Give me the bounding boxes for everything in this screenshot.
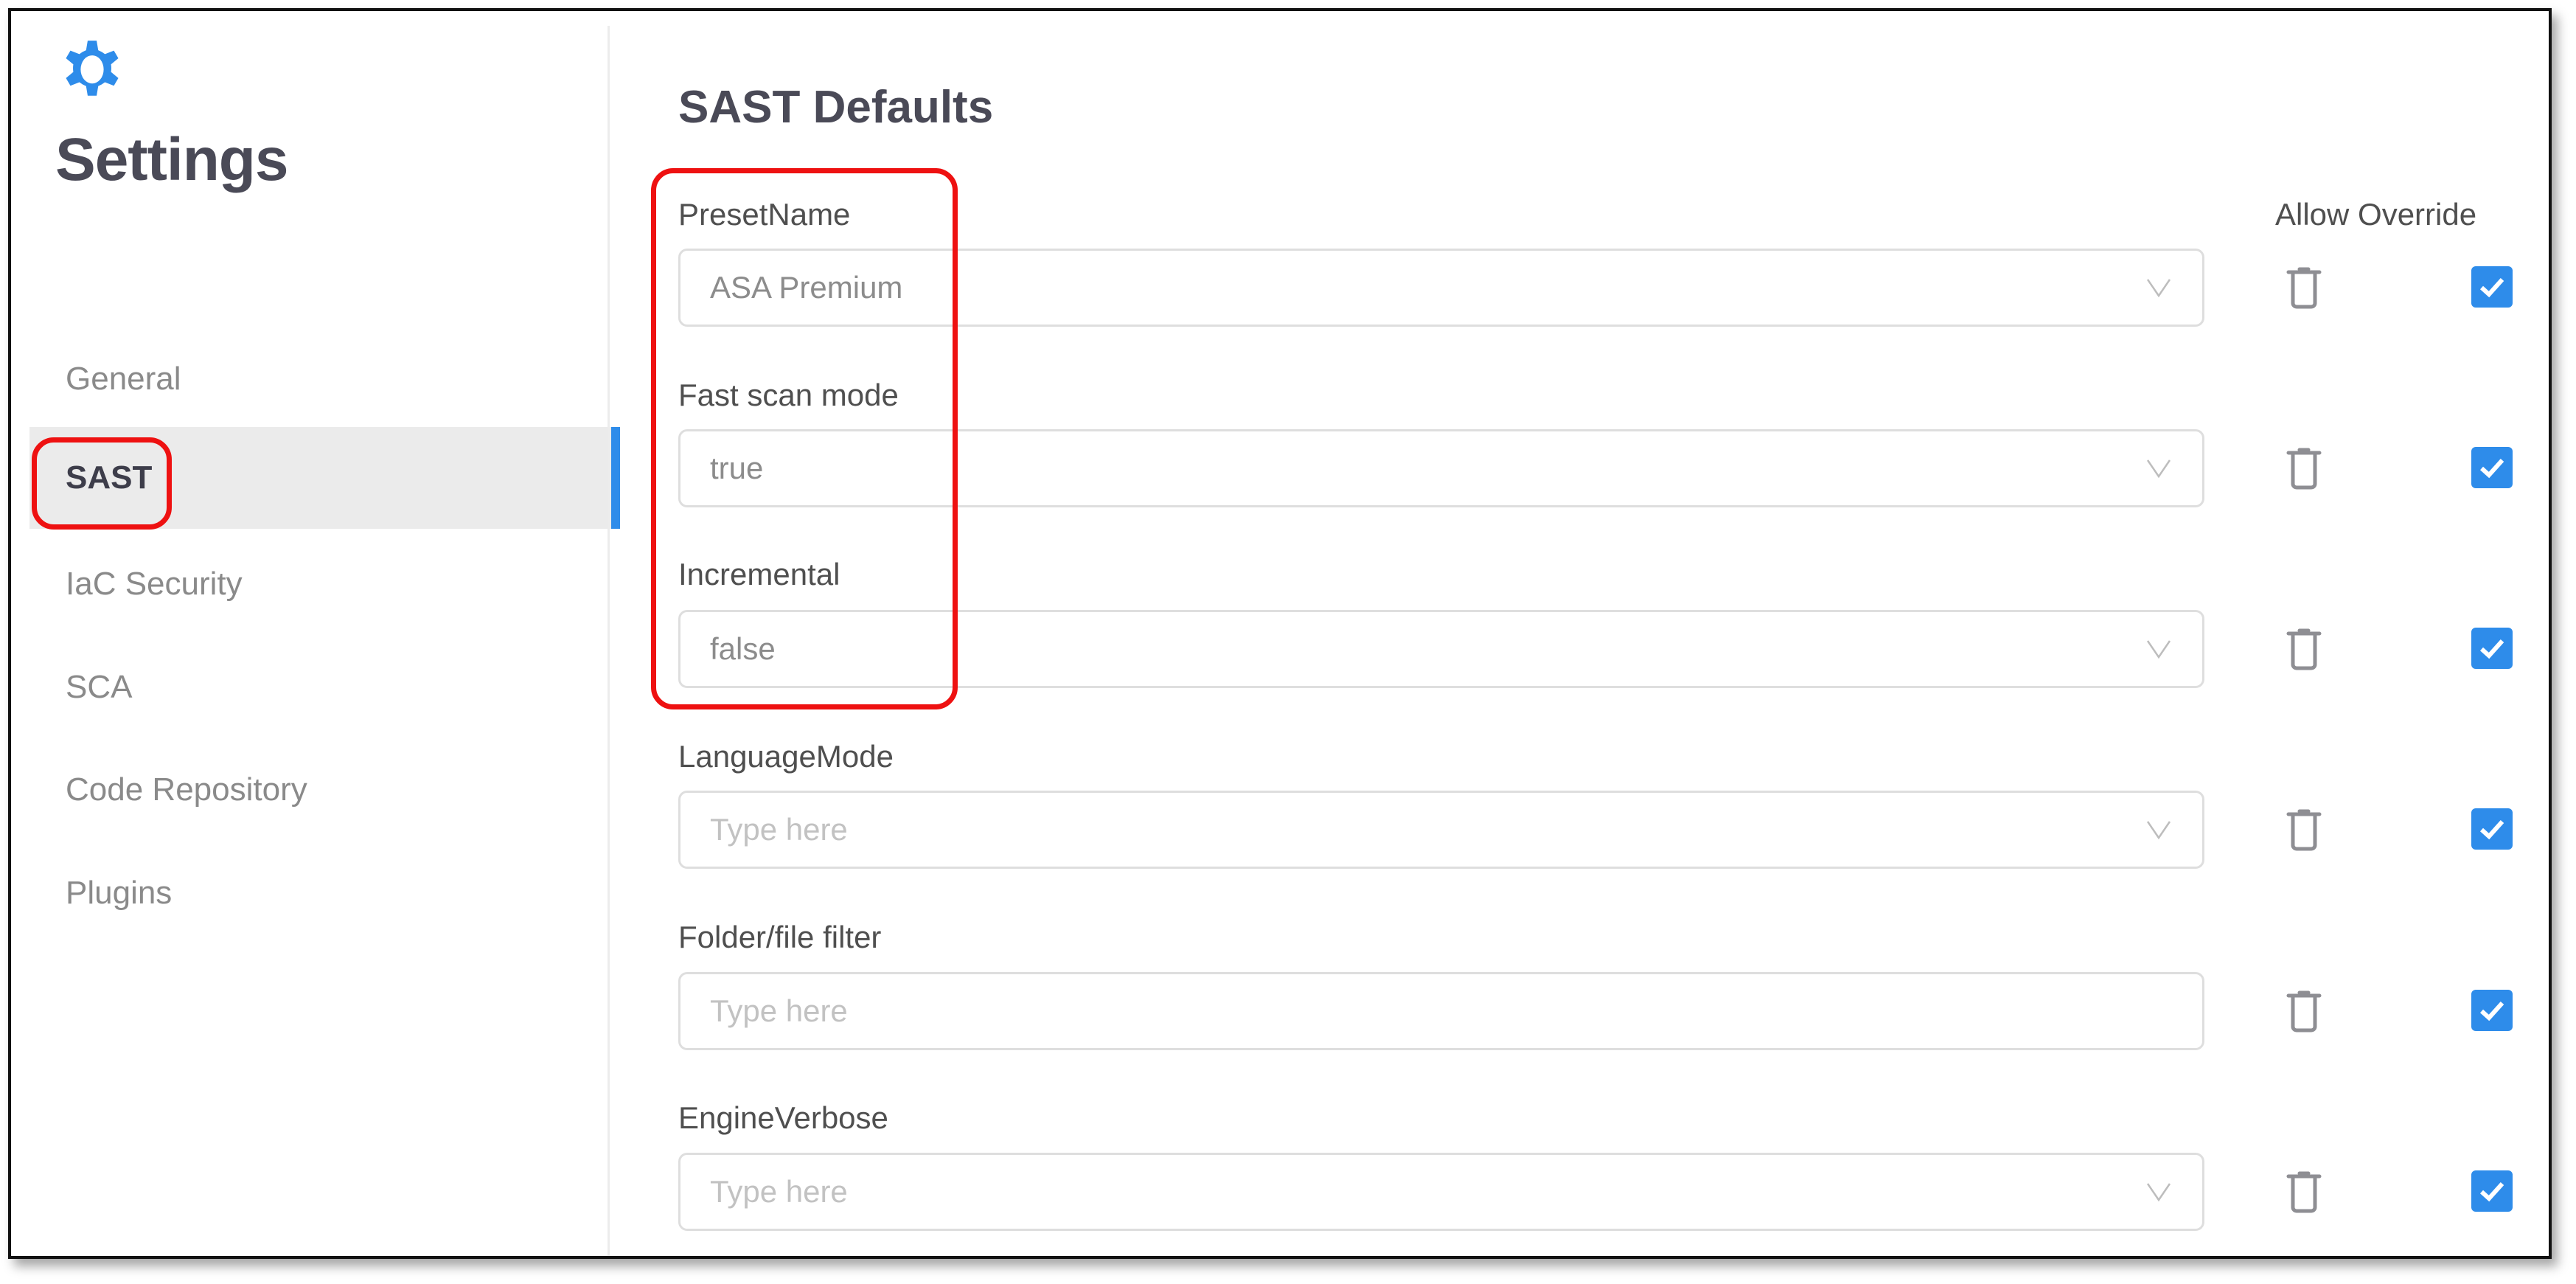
trash-icon[interactable] bbox=[2286, 808, 2322, 851]
trash-icon[interactable] bbox=[2286, 266, 2322, 309]
chevron-down-icon bbox=[2146, 459, 2171, 479]
chevron-down-icon bbox=[2146, 821, 2171, 840]
settings-window: Settings General SAST IaC Security SCA C… bbox=[8, 8, 2552, 1259]
field-placeholder: Type here bbox=[710, 993, 848, 1028]
allow-override-checkbox[interactable] bbox=[2471, 1170, 2513, 1212]
field-value: false bbox=[710, 631, 776, 666]
trash-icon[interactable] bbox=[2286, 990, 2322, 1033]
language-mode-dropdown[interactable]: Type here bbox=[678, 791, 2204, 869]
sidebar-item-label: General bbox=[66, 361, 181, 397]
allow-override-header: Allow Override bbox=[2275, 197, 2477, 232]
field-label-engine-verbose: EngineVerbose bbox=[678, 1100, 888, 1135]
field-value: true bbox=[710, 451, 764, 485]
allow-override-checkbox[interactable] bbox=[2471, 808, 2513, 850]
folder-file-filter-input[interactable]: Type here bbox=[678, 972, 2204, 1050]
sidebar-item-sast[interactable]: SAST bbox=[29, 427, 620, 529]
chevron-down-icon bbox=[2146, 1183, 2171, 1202]
sidebar-item-sca[interactable]: SCA bbox=[29, 636, 611, 738]
field-label-preset-name: PresetName bbox=[678, 197, 851, 232]
checkmark-icon bbox=[2479, 458, 2504, 479]
allow-override-checkbox[interactable] bbox=[2471, 990, 2513, 1031]
allow-override-checkbox[interactable] bbox=[2471, 266, 2513, 308]
sidebar-item-label: Plugins bbox=[66, 875, 173, 911]
field-label-fast-scan-mode: Fast scan mode bbox=[678, 378, 899, 412]
field-label-folder-file-filter: Folder/file filter bbox=[678, 920, 882, 954]
trash-icon[interactable] bbox=[2286, 628, 2322, 670]
trash-icon[interactable] bbox=[2286, 1170, 2322, 1213]
field-placeholder: Type here bbox=[710, 812, 848, 847]
checkmark-icon bbox=[2479, 1181, 2504, 1202]
field-placeholder: Type here bbox=[710, 1174, 848, 1209]
fast-scan-mode-dropdown[interactable]: true bbox=[678, 429, 2204, 507]
gear-icon bbox=[66, 41, 119, 96]
trash-icon[interactable] bbox=[2286, 447, 2322, 490]
checkmark-icon bbox=[2479, 639, 2504, 659]
section-title: SAST Defaults bbox=[678, 82, 994, 133]
sidebar-item-iac-security[interactable]: IaC Security bbox=[29, 533, 611, 635]
sidebar-item-plugins[interactable]: Plugins bbox=[29, 842, 611, 944]
field-label-language-mode: LanguageMode bbox=[678, 739, 894, 774]
chevron-down-icon bbox=[2146, 279, 2171, 298]
chevron-down-icon bbox=[2146, 640, 2171, 659]
allow-override-checkbox[interactable] bbox=[2471, 447, 2513, 488]
sidebar-item-label: Code Repository bbox=[66, 771, 307, 808]
allow-override-checkbox[interactable] bbox=[2471, 628, 2513, 669]
page-title: Settings bbox=[55, 126, 288, 193]
sidebar-divider bbox=[608, 26, 610, 1256]
sidebar-item-code-repository[interactable]: Code Repository bbox=[29, 739, 611, 841]
checkmark-icon bbox=[2479, 1001, 2504, 1021]
sidebar-item-label: SAST bbox=[66, 459, 153, 496]
field-value: ASA Premium bbox=[710, 270, 903, 305]
preset-name-dropdown[interactable]: ASA Premium bbox=[678, 249, 2204, 327]
sidebar-item-general[interactable]: General bbox=[29, 328, 611, 430]
sidebar-item-label: IaC Security bbox=[66, 566, 243, 602]
incremental-dropdown[interactable]: false bbox=[678, 610, 2204, 688]
checkmark-icon bbox=[2479, 819, 2504, 840]
checkmark-icon bbox=[2479, 277, 2504, 298]
field-label-incremental: Incremental bbox=[678, 557, 840, 591]
sidebar-item-label: SCA bbox=[66, 669, 133, 705]
engine-verbose-dropdown[interactable]: Type here bbox=[678, 1153, 2204, 1231]
